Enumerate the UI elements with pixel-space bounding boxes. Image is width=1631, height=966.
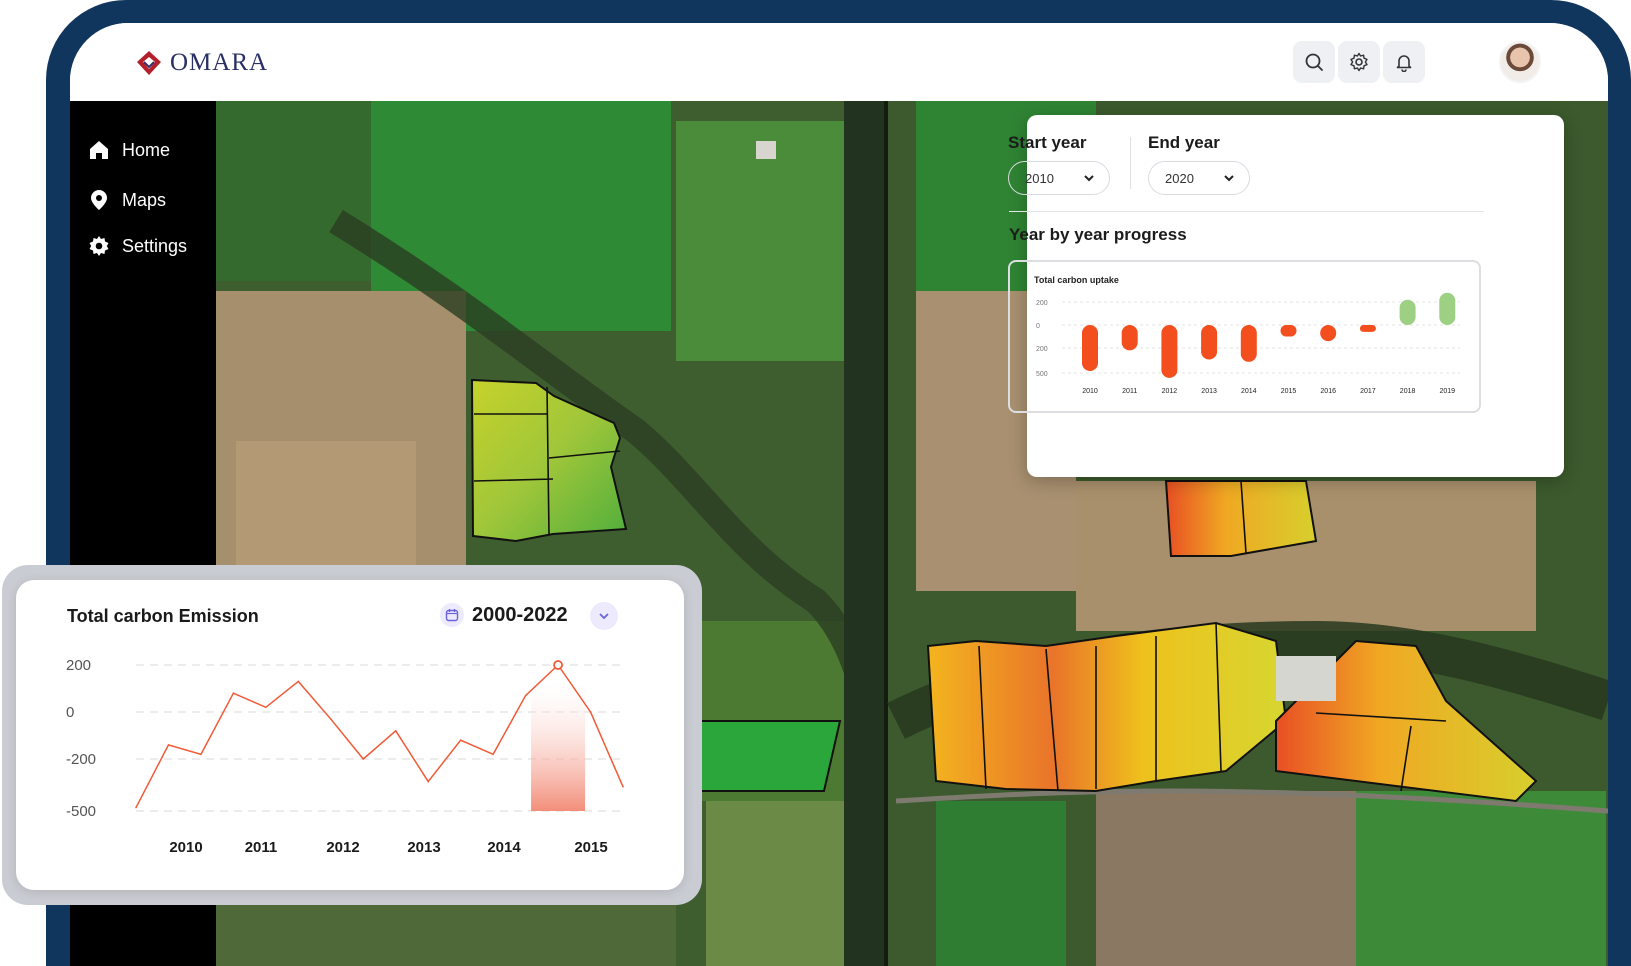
data-point — [589, 711, 592, 713]
x-tick-label: 2011 — [245, 839, 278, 856]
data-point — [167, 744, 170, 746]
x-tick-label: 2010 — [1082, 388, 1098, 395]
highlight-point — [553, 660, 563, 670]
chevron-down-icon — [1224, 175, 1234, 182]
y-tick-label: -200 — [66, 751, 96, 768]
search-button[interactable] — [1293, 41, 1335, 83]
bar — [1439, 292, 1456, 325]
emission-line-chart: 200 0 -200 -500 2010 2011 2012 2013 2014 2015 — [66, 657, 624, 856]
data-point — [297, 680, 300, 683]
search-icon — [1305, 53, 1323, 71]
sidebar-item-settings[interactable]: Settings — [88, 235, 187, 257]
data-point — [459, 739, 462, 741]
y-tick-label: 500 — [1036, 371, 1048, 378]
y-tick-label: 0 — [1036, 323, 1040, 330]
range-dropdown-button[interactable] — [590, 602, 618, 630]
data-point — [427, 780, 430, 783]
x-tick-label: 2017 — [1360, 388, 1376, 395]
calendar-icon — [440, 603, 464, 627]
home-icon — [90, 141, 108, 159]
start-year-select[interactable]: 2010 — [1008, 161, 1110, 195]
x-tick-label: 2010 — [169, 839, 202, 856]
data-point — [362, 758, 365, 760]
start-year-value: 2010 — [1025, 170, 1054, 186]
top-bar: OMARA — [70, 23, 1608, 101]
data-point — [622, 785, 624, 788]
end-year-label: End year — [1148, 133, 1220, 152]
data-point — [330, 718, 332, 720]
data-point — [232, 692, 235, 694]
x-tick-label: 2014 — [1241, 388, 1257, 395]
end-year-value: 2020 — [1165, 170, 1194, 186]
avatar[interactable] — [1499, 41, 1541, 83]
data-point — [394, 730, 397, 732]
logo-icon — [137, 51, 161, 75]
start-year-label: Start year — [1008, 133, 1087, 152]
emission-card: Total carbon Emission 2000-2022 200 0 -200… — [16, 580, 684, 890]
data-point — [524, 694, 527, 697]
data-point — [200, 753, 202, 756]
sidebar-item-label: Home — [122, 139, 171, 160]
bar — [1320, 325, 1337, 342]
gear-icon — [1350, 52, 1368, 72]
chevron-down-icon — [1084, 175, 1094, 182]
x-tick-label: 2016 — [1320, 388, 1336, 395]
sidebar-item-label: Settings — [122, 235, 188, 256]
carbon-uptake-svg: Total carbon uptake 200 0 200 500 2010 2011 201… — [1034, 275, 1460, 395]
date-range-text: 2000-2022 — [472, 603, 568, 626]
end-year-select[interactable]: 2020 — [1148, 161, 1250, 195]
sidebar-item-maps[interactable]: Maps — [88, 189, 166, 211]
highlight-band — [531, 683, 586, 811]
notifications-button[interactable] — [1383, 41, 1425, 83]
data-point — [265, 706, 267, 709]
x-tick-label: 2014 — [487, 839, 521, 856]
map-pin-icon — [91, 190, 107, 210]
settings-button[interactable] — [1338, 41, 1380, 83]
x-tick-label: 2019 — [1440, 388, 1456, 395]
x-tick-label: 2012 — [1162, 388, 1178, 395]
data-point — [135, 806, 137, 809]
sidebar-item-home[interactable]: Home — [88, 139, 170, 161]
card-title: Total carbon Emission — [67, 606, 259, 626]
y-tick-label: 0 — [66, 704, 74, 721]
chart-title: Total carbon uptake — [1034, 275, 1119, 285]
y-tick-label: 200 — [1036, 300, 1048, 307]
carbon-uptake-chart: Total carbon uptake 200 0 200 500 2010 2011 201… — [1008, 260, 1481, 413]
logo-text: OMARA — [170, 49, 269, 76]
x-tick-label: 2011 — [1122, 388, 1137, 395]
bar — [1082, 325, 1098, 371]
x-tick-label: 2018 — [1400, 388, 1416, 395]
bar — [1161, 325, 1178, 378]
logo[interactable]: OMARA — [134, 49, 268, 77]
sidebar-item-label: Maps — [122, 189, 167, 210]
data-point — [492, 753, 494, 756]
x-tick-label: 2015 — [574, 839, 607, 856]
bar — [1201, 325, 1218, 360]
bar — [1121, 325, 1138, 351]
divider — [1009, 211, 1484, 212]
bar — [1240, 325, 1257, 362]
x-tick-label: 2015 — [1281, 388, 1297, 395]
bar — [1399, 299, 1416, 325]
app-frame: OMARA Home Maps Settings Start year 2010… — [0, 0, 1631, 966]
bell-icon — [1396, 55, 1412, 72]
date-range[interactable]: 2000-2022 — [440, 603, 568, 627]
y-tick-label: 200 — [66, 657, 91, 674]
x-tick-label: 2013 — [1201, 388, 1217, 395]
bar — [1359, 325, 1376, 332]
gear-icon — [89, 236, 109, 256]
x-tick-label: 2012 — [326, 839, 359, 856]
x-tick-label: 2013 — [407, 839, 440, 856]
y-tick-label: 200 — [1036, 346, 1048, 353]
bar — [1280, 325, 1297, 337]
divider — [1130, 137, 1131, 189]
filter-panel: Start year 2010 End year 2020 Year by ye… — [1008, 115, 1564, 477]
y-tick-label: -500 — [66, 803, 96, 820]
chevron-down-icon — [599, 613, 609, 620]
section-title: Year by year progress — [1009, 225, 1187, 244]
